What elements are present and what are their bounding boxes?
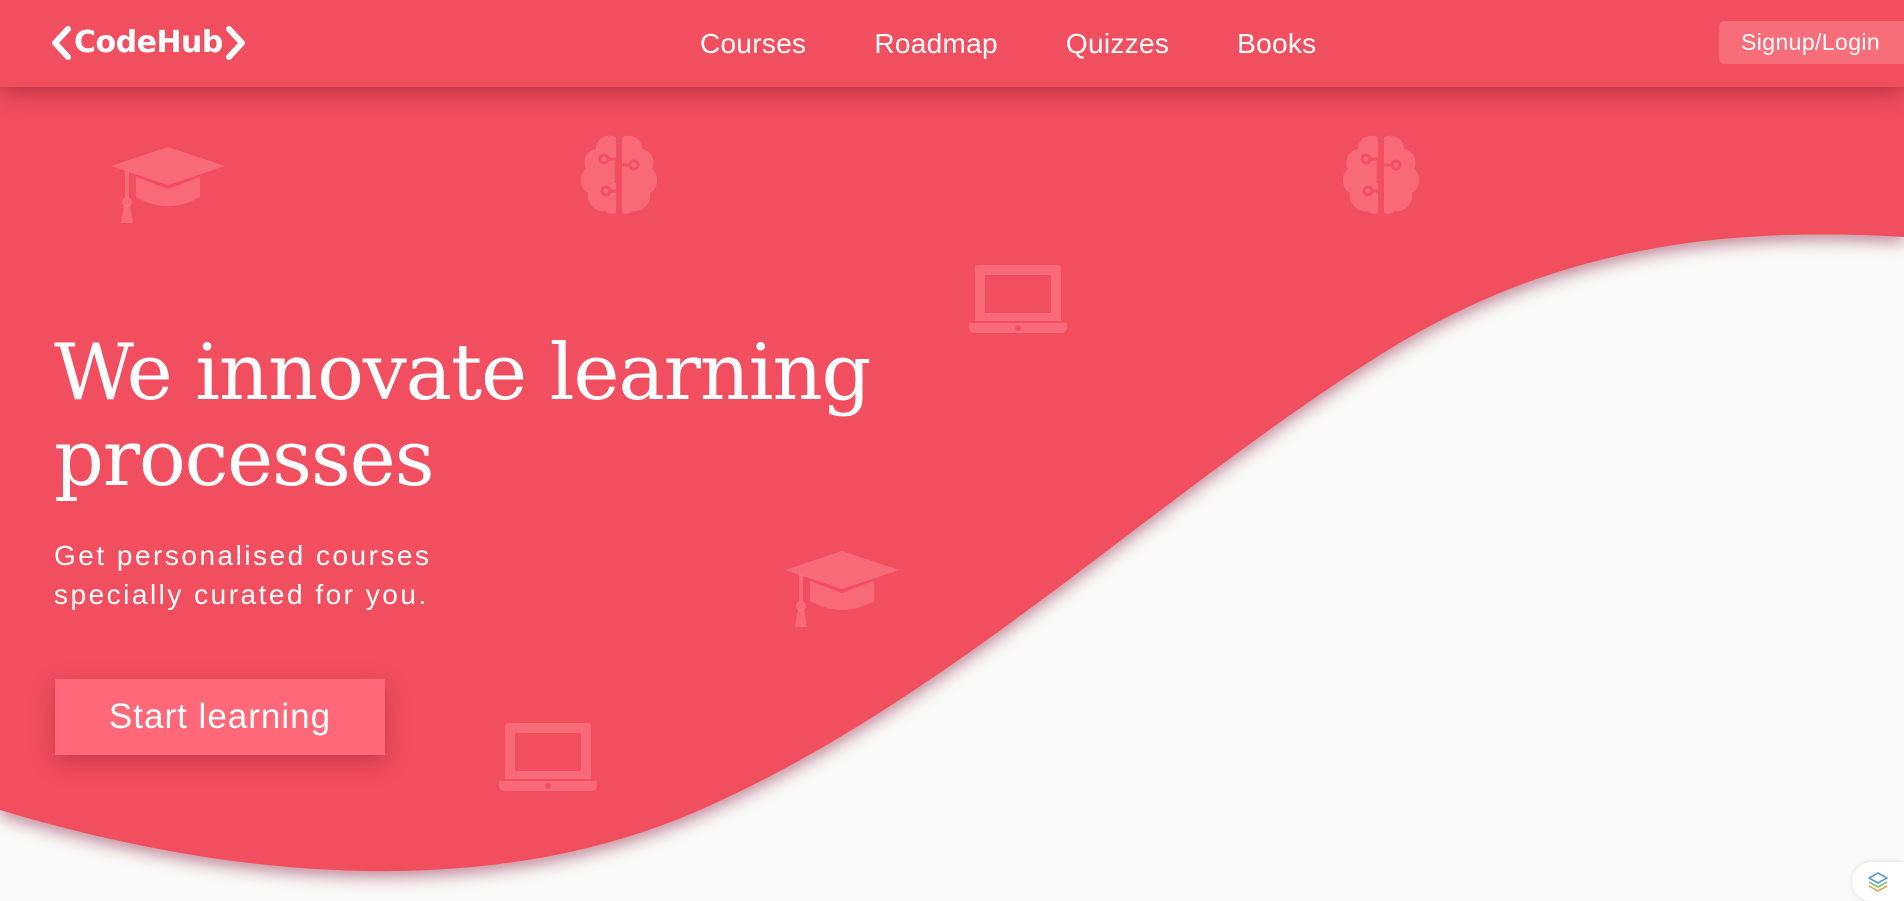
nav-link-courses[interactable]: Courses bbox=[700, 28, 806, 60]
layers-icon bbox=[1868, 871, 1888, 892]
floating-widget-button[interactable] bbox=[1852, 862, 1904, 901]
nav-links: Courses Roadmap Quizzes Books bbox=[700, 0, 1316, 87]
signup-login-button[interactable]: Signup/Login bbox=[1719, 21, 1904, 64]
start-learning-button[interactable]: Start learning bbox=[55, 679, 385, 755]
hero-section: We innovate learning processes Get perso… bbox=[0, 0, 1904, 901]
brand-name: CodeHub bbox=[74, 25, 223, 60]
nav-link-quizzes[interactable]: Quizzes bbox=[1066, 28, 1169, 60]
hero-subtext-line-2: specially curated for you. bbox=[54, 579, 429, 610]
nav-link-roadmap[interactable]: Roadmap bbox=[874, 28, 998, 60]
right-bracket-icon bbox=[225, 26, 245, 60]
nav-link-books[interactable]: Books bbox=[1237, 28, 1316, 60]
left-bracket-icon bbox=[52, 26, 71, 60]
hero-headline: We innovate learning processes bbox=[54, 328, 871, 504]
brand-logo[interactable]: CodeHub bbox=[50, 23, 247, 63]
laptop-icon bbox=[969, 265, 1067, 333]
hero-subtext-line-1: Get personalised courses bbox=[54, 540, 432, 571]
brain-icon bbox=[1342, 135, 1420, 214]
hero-subtext: Get personalised courses specially curat… bbox=[54, 536, 514, 614]
graduation-cap-icon bbox=[111, 147, 225, 223]
top-navbar: CodeHub Courses Roadmap Quizzes Books Si… bbox=[0, 0, 1904, 87]
brain-icon bbox=[580, 135, 658, 214]
laptop-icon bbox=[499, 723, 597, 791]
graduation-cap-icon bbox=[785, 551, 899, 627]
